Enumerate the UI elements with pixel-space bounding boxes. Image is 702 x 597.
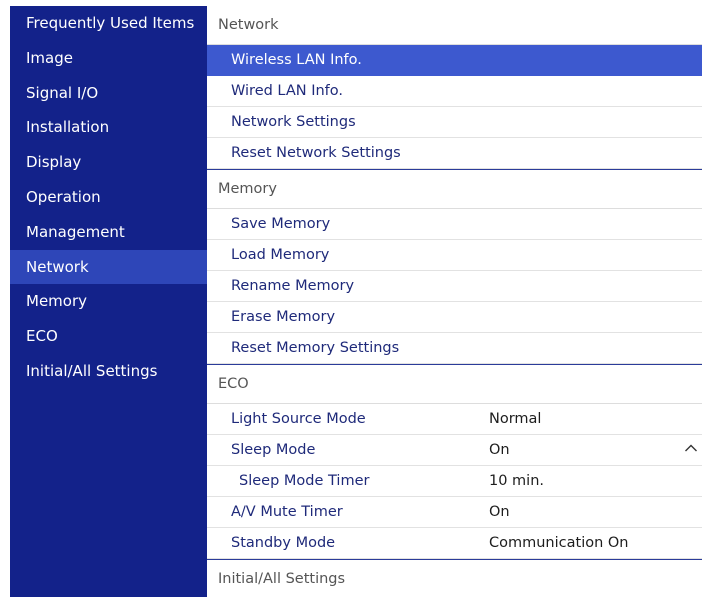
menu-item-reset-memory-settings[interactable]: Reset Memory Settings [207, 333, 702, 364]
settings-panel: Network Wireless LAN Info. Wired LAN Inf… [207, 6, 702, 597]
menu-item-save-memory[interactable]: Save Memory [207, 209, 702, 240]
section-header-memory: Memory [207, 169, 702, 209]
setting-label: Sleep Mode [231, 442, 316, 458]
menu-item-network-settings[interactable]: Network Settings [207, 107, 702, 138]
sidebar-item-image[interactable]: Image [10, 41, 207, 76]
setting-value: 10 min. [489, 473, 545, 489]
sidebar-item-signal-io[interactable]: Signal I/O [10, 76, 207, 111]
menu-item-label: Wired LAN Info. [231, 83, 344, 99]
menu-item-label: Network Settings [231, 114, 356, 130]
chevron-up-icon[interactable] [684, 443, 698, 453]
section-header-eco: ECO [207, 364, 702, 404]
setting-label: Light Source Mode [231, 411, 366, 427]
sidebar-item-memory[interactable]: Memory [10, 284, 207, 319]
section-header-initial-all-settings: Initial/All Settings [207, 559, 702, 597]
setting-value: On [489, 442, 510, 458]
menu-item-rename-memory[interactable]: Rename Memory [207, 271, 702, 302]
menu-item-erase-memory[interactable]: Erase Memory [207, 302, 702, 333]
setting-value: Communication On [489, 535, 629, 551]
menu-item-label: Load Memory [231, 247, 330, 263]
section-header-network: Network [207, 6, 702, 45]
setting-label: A/V Mute Timer [231, 504, 343, 520]
menu-item-reset-network-settings[interactable]: Reset Network Settings [207, 138, 702, 169]
sidebar-item-display[interactable]: Display [10, 145, 207, 180]
sidebar-item-management[interactable]: Management [10, 215, 207, 250]
sidebar-item-operation[interactable]: Operation [10, 180, 207, 215]
menu-item-label: Reset Memory Settings [231, 340, 400, 356]
menu-item-load-memory[interactable]: Load Memory [207, 240, 702, 271]
menu-item-label: Reset Network Settings [231, 145, 401, 161]
setting-value: On [489, 504, 510, 520]
setting-light-source-mode[interactable]: Light Source Mode Normal [207, 404, 702, 435]
section-header-label: Network [218, 17, 279, 33]
section-header-label: Initial/All Settings [218, 571, 346, 587]
section-header-label: Memory [218, 181, 277, 197]
section-header-label: ECO [218, 376, 249, 392]
sidebar-item-initial-all-settings[interactable]: Initial/All Settings [10, 354, 207, 389]
sidebar-item-frequently-used-items[interactable]: Frequently Used Items [10, 6, 207, 41]
menu-item-wired-lan-info[interactable]: Wired LAN Info. [207, 76, 702, 107]
menu-item-wireless-lan-info[interactable]: Wireless LAN Info. [207, 45, 702, 76]
setting-value: Normal [489, 411, 542, 427]
menu-item-label: Save Memory [231, 216, 331, 232]
setting-standby-mode[interactable]: Standby Mode Communication On [207, 528, 702, 559]
sidebar-item-network[interactable]: Network [10, 249, 207, 285]
menu-item-label: Rename Memory [231, 278, 355, 294]
setting-sleep-mode-timer[interactable]: Sleep Mode Timer 10 min. [207, 466, 702, 497]
setting-label: Standby Mode [231, 535, 336, 551]
projector-menu: Frequently Used Items Image Signal I/O I… [10, 6, 702, 597]
setting-label: Sleep Mode Timer [239, 473, 370, 489]
setting-av-mute-timer[interactable]: A/V Mute Timer On [207, 497, 702, 528]
menu-item-label: Erase Memory [231, 309, 336, 325]
sidebar: Frequently Used Items Image Signal I/O I… [10, 6, 207, 597]
sidebar-item-installation[interactable]: Installation [10, 110, 207, 145]
menu-item-label: Wireless LAN Info. [231, 52, 362, 68]
setting-sleep-mode[interactable]: Sleep Mode On [207, 435, 702, 466]
sidebar-item-eco[interactable]: ECO [10, 319, 207, 354]
